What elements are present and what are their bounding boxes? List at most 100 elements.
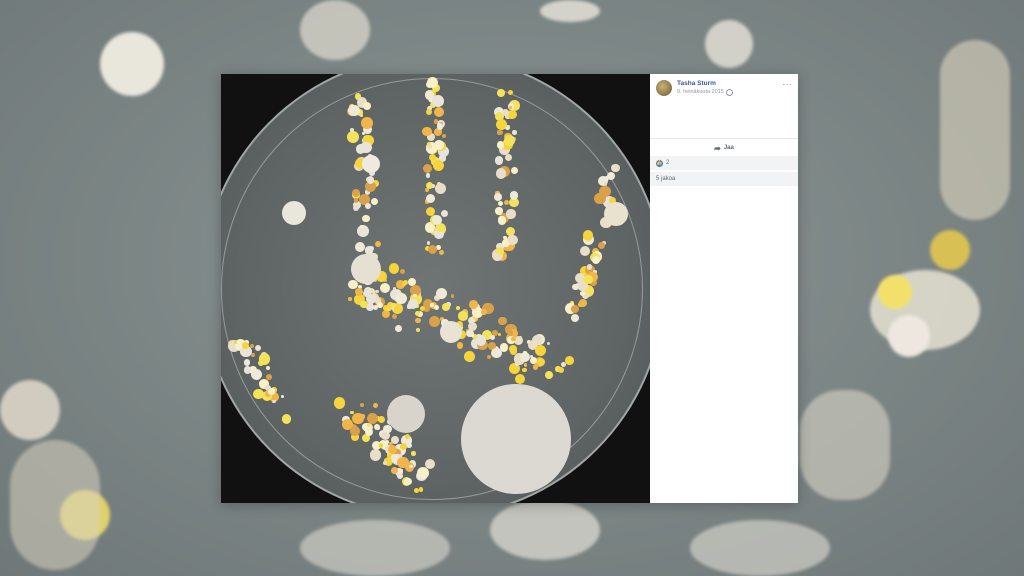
colony: [378, 415, 386, 423]
colony: [430, 303, 434, 307]
colony: [427, 77, 438, 88]
large-colony: [461, 384, 571, 494]
colony: [546, 341, 550, 345]
bg-colony: [705, 20, 753, 68]
colony: [507, 330, 514, 336]
share-label: Jaa: [723, 145, 734, 151]
colony: [436, 122, 444, 130]
colony: [497, 200, 503, 206]
colony: [402, 282, 406, 287]
colony: [491, 347, 502, 359]
large-colony: [604, 202, 628, 226]
bg-colony: [930, 230, 970, 270]
colony: [481, 309, 487, 315]
colony: [361, 214, 370, 223]
colony: [611, 163, 620, 173]
share-arrow-icon: ➦: [714, 143, 721, 153]
bg-colony: [300, 0, 370, 60]
colony: [411, 451, 416, 456]
colony: [399, 442, 407, 450]
colony: [348, 297, 352, 301]
colony: [494, 155, 504, 165]
colony: [408, 298, 419, 309]
colony: [469, 300, 479, 309]
colony: [372, 402, 378, 408]
colony: [584, 275, 593, 284]
colony: [579, 290, 585, 296]
colony: [570, 313, 580, 322]
reactions-row[interactable]: 👍 2: [650, 156, 798, 170]
bg-colony: [490, 500, 600, 560]
colony: [498, 316, 507, 326]
colony: [498, 216, 506, 224]
more-options-button[interactable]: ···: [783, 80, 793, 89]
colony: [272, 400, 276, 404]
author-name-link[interactable]: Tasha Sturm: [677, 80, 733, 88]
colony: [523, 350, 527, 355]
colony: [486, 354, 491, 359]
colony: [523, 363, 527, 367]
colony: [582, 230, 594, 241]
colony: [258, 353, 271, 365]
avatar[interactable]: [656, 80, 672, 96]
shares-count-link[interactable]: 5 jakoa: [650, 172, 798, 186]
post-date-link[interactable]: 9. heinäkuuta 2015: [677, 88, 724, 96]
colony: [433, 119, 438, 124]
colony: [382, 460, 387, 465]
colony: [504, 134, 515, 146]
colony: [391, 302, 396, 308]
colony: [365, 427, 374, 436]
large-colony: [440, 321, 462, 343]
colony: [427, 245, 437, 254]
colony: [496, 129, 503, 136]
colony: [432, 159, 444, 171]
large-colony: [282, 201, 306, 225]
colony: [250, 353, 255, 357]
colony: [495, 207, 503, 215]
colony: [597, 241, 605, 249]
colony: [395, 292, 407, 305]
photo-lightbox: Tasha Sturm 9. heinäkuuta 2015 ··· ➦ Jaa…: [221, 74, 798, 503]
bg-colony: [540, 0, 600, 22]
colony: [353, 198, 359, 203]
post-photo[interactable]: [221, 74, 650, 503]
colony: [463, 351, 475, 362]
colony: [399, 468, 403, 472]
colony: [360, 141, 372, 154]
bg-colony: [100, 32, 164, 96]
share-button[interactable]: ➦ Jaa: [714, 144, 734, 153]
shares-label: 5 jakoa: [656, 176, 676, 182]
colony: [432, 95, 444, 107]
colony: [458, 311, 468, 321]
bg-colony: [300, 520, 450, 576]
colony: [234, 340, 238, 344]
colony: [415, 327, 421, 332]
post-sidebar: Tasha Sturm 9. heinäkuuta 2015 ··· ➦ Jaa…: [650, 74, 798, 503]
bg-colony: [10, 440, 100, 570]
colony: [435, 182, 447, 194]
colony: [378, 443, 384, 448]
bg-colony: [940, 40, 1010, 220]
colony: [352, 188, 361, 197]
colony: [349, 128, 354, 133]
colony: [366, 423, 371, 427]
colony: [586, 264, 592, 270]
colony: [515, 362, 520, 366]
colony: [383, 424, 392, 434]
colony: [375, 426, 380, 430]
colony: [450, 294, 454, 298]
colony: [425, 173, 431, 178]
bg-colony: [690, 520, 830, 576]
colony: [362, 102, 371, 111]
colony: [564, 355, 574, 365]
colony: [475, 335, 487, 346]
colony: [413, 293, 417, 297]
colony: [591, 256, 600, 265]
post-meta: 9. heinäkuuta 2015: [677, 88, 733, 96]
colony: [281, 414, 292, 424]
colony: [495, 119, 507, 131]
post-header: Tasha Sturm 9. heinäkuuta 2015: [656, 80, 733, 96]
colony: [425, 181, 433, 189]
colony: [497, 89, 505, 97]
colony: [510, 347, 518, 355]
